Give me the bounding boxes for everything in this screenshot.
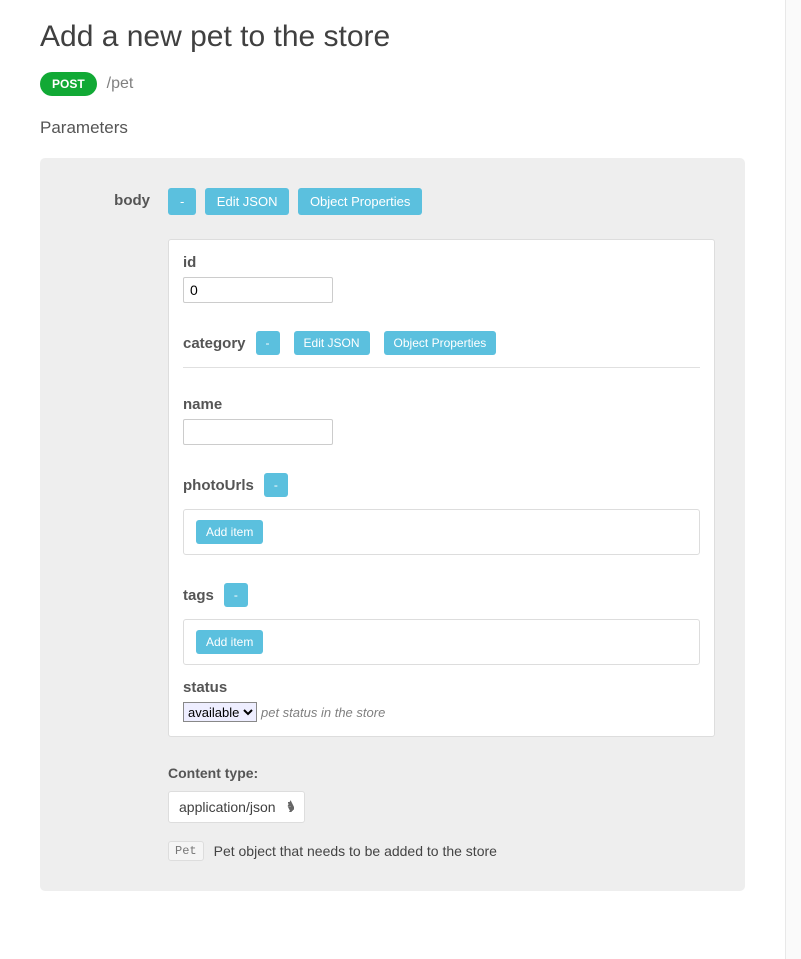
model-badge: Pet [168,841,204,861]
body-form-box: id category - Edit JSON Object Propertie… [168,239,715,737]
category-object-properties-button[interactable]: Object Properties [384,331,497,355]
photourls-label: photoUrls [183,477,254,494]
scrollbar-track[interactable] [785,0,801,959]
field-name: name [183,396,700,445]
content-type-select[interactable]: application/json ▲▼ [168,791,305,823]
category-divider [183,367,700,368]
content-type-value: application/json [179,799,276,815]
http-method-badge: POST [40,72,97,96]
status-select[interactable]: available [183,702,257,722]
content-type-section: Content type: application/json ▲▼ [168,765,715,823]
status-label: status [183,679,227,696]
field-tags: tags - Add item [183,583,700,665]
id-input[interactable] [183,277,333,303]
body-param-label: body [70,188,150,861]
name-label: name [183,396,222,413]
content-type-label: Content type: [168,765,715,781]
photourls-collapse-button[interactable]: - [264,473,288,497]
field-id: id [183,254,700,303]
collapse-button[interactable]: - [168,188,196,215]
page-title: Add a new pet to the store [40,20,745,54]
parameters-panel: body - Edit JSON Object Properties id ca… [40,158,745,891]
description-row: Pet Pet object that needs to be added to… [168,841,715,861]
tags-label: tags [183,587,214,604]
object-properties-button[interactable]: Object Properties [298,188,422,215]
status-description: pet status in the store [261,705,385,720]
name-input[interactable] [183,419,333,445]
edit-json-button[interactable]: Edit JSON [205,188,290,215]
endpoint-line: POST /pet [40,72,745,96]
field-category: category - Edit JSON Object Properties [183,331,700,368]
category-label: category [183,335,246,352]
description-text: Pet object that needs to be added to the… [214,843,497,859]
category-collapse-button[interactable]: - [256,331,280,355]
id-label: id [183,254,196,271]
category-edit-json-button[interactable]: Edit JSON [294,331,370,355]
endpoint-path: /pet [107,75,134,93]
tags-items-box: Add item [183,619,700,665]
field-status: status available pet status in the store [183,679,700,722]
select-arrows-icon: ▲▼ [286,801,296,813]
photourls-add-item-button[interactable]: Add item [196,520,263,544]
tags-add-item-button[interactable]: Add item [196,630,263,654]
tags-collapse-button[interactable]: - [224,583,248,607]
field-photourls: photoUrls - Add item [183,473,700,555]
photourls-items-box: Add item [183,509,700,555]
parameters-heading: Parameters [40,118,745,138]
